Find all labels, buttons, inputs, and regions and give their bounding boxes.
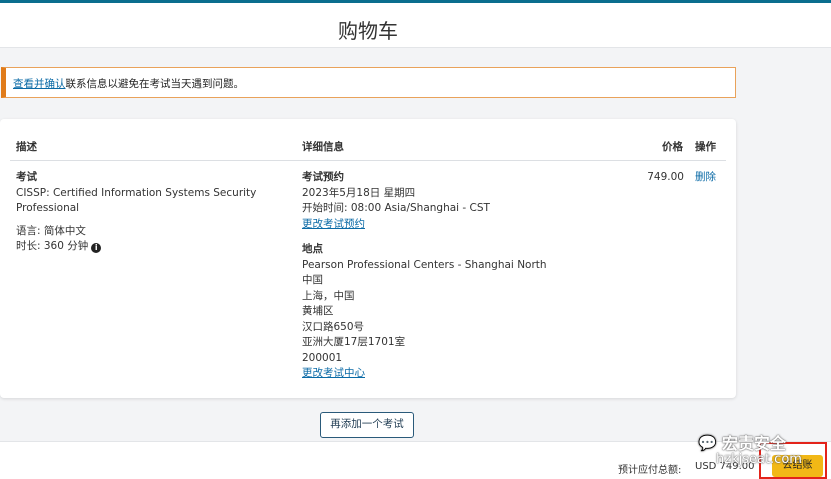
change-center-link[interactable]: 更改考试中心 — [302, 367, 365, 379]
exam-language: 语言: 简体中文 — [16, 224, 86, 237]
alert-message: 联系信息以避免在考试当天遇到问题。 — [65, 78, 245, 90]
column-header-actions: 操作 — [695, 141, 716, 153]
info-icon[interactable]: i — [91, 243, 102, 253]
location-line: 亚洲大厦17层1701室 — [302, 336, 406, 348]
exam-label: 考试 — [16, 171, 37, 183]
appointment-date: 2023年5月18日 星期四 — [302, 186, 416, 199]
contact-info-alert: 查看并确认联系信息以避免在考试当天遇到问题。 — [1, 67, 736, 98]
column-header-price: 价格 — [662, 141, 683, 153]
location-line: 中国 — [302, 274, 323, 286]
column-header-details: 详细信息 — [302, 141, 344, 153]
page-header: 购物车 — [0, 3, 831, 48]
location-line: Pearson Professional Centers - Shanghai … — [302, 258, 547, 271]
add-exam-button[interactable]: 再添加一个考试 — [320, 412, 414, 438]
review-confirm-link[interactable]: 查看并确认 — [13, 78, 66, 90]
location-title: 地点 — [302, 243, 323, 255]
location-line: 黄埔区 — [302, 305, 334, 317]
cart-table: 描述 详细信息 价格 操作 考试 CISSP: Certified Inform… — [0, 119, 736, 398]
table-row-details: 考试预约 2023年5月18日 星期四 开始时间: 08:00 Asia/Sha… — [302, 170, 652, 382]
item-price: 749.00 — [647, 171, 684, 183]
page-title: 购物车 — [338, 19, 398, 43]
exam-name-line1: CISSP: Certified Information Systems Sec… — [16, 186, 257, 199]
table-row-description: 考试 CISSP: Certified Information Systems … — [16, 170, 286, 255]
location-line: 200001 — [302, 351, 343, 364]
watermark-site: hzkjseat.com — [716, 452, 802, 467]
watermark: 💬 宏责安全 hzkjseat.com — [698, 430, 828, 470]
total-label: 预计应付总额: — [618, 465, 682, 476]
right-margin — [748, 48, 831, 440]
exam-name-line2: Professional — [16, 202, 80, 214]
location-line: 汉口路650号 — [302, 320, 365, 333]
wechat-icon: 💬 — [698, 434, 717, 452]
appointment-title: 考试预约 — [302, 171, 344, 183]
watermark-name: 宏责安全 — [722, 434, 787, 453]
header-divider — [10, 160, 726, 161]
appointment-time: 开始时间: 08:00 Asia/Shanghai - CST — [302, 202, 490, 214]
change-appointment-link[interactable]: 更改考试预约 — [302, 218, 365, 230]
exam-duration: 时长: 360 分钟 — [16, 240, 89, 252]
delete-button[interactable]: 删除 — [695, 171, 716, 183]
column-header-description: 描述 — [16, 141, 37, 153]
exam-duration-row: 时长: 360 分钟 i — [16, 239, 286, 255]
location-line: 上海，中国 — [302, 289, 355, 302]
